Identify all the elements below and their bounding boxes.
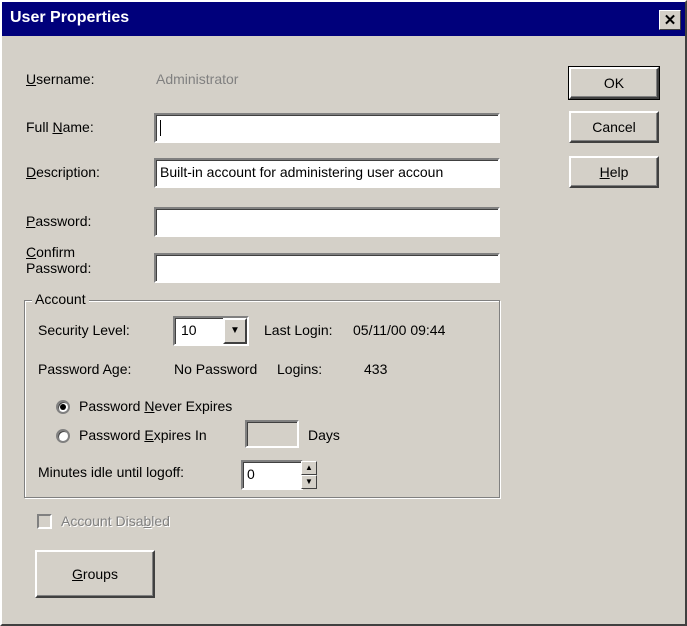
expires-in-radio[interactable] [56, 429, 70, 443]
account-disabled-checkbox[interactable] [37, 514, 52, 529]
password-age-value: No Password [174, 361, 258, 377]
ok-button[interactable]: OK [568, 66, 660, 100]
title-bar[interactable]: User Properties ✕ [2, 2, 685, 36]
security-level-label: Security Level: [38, 322, 130, 338]
account-disabled-label: Account Disabled [61, 513, 170, 529]
groups-button[interactable]: Groups [35, 550, 155, 598]
logins-label: Logins: [277, 361, 323, 377]
days-label: Days [308, 427, 340, 443]
confirm-password-label: Confirm Password: [26, 244, 92, 276]
confirm-password-input[interactable] [154, 253, 500, 283]
expires-in-label[interactable]: Password Expires In [79, 427, 207, 443]
never-expires-label[interactable]: Password Never Expires [79, 398, 232, 414]
idle-minutes-input[interactable]: 0 [241, 460, 303, 490]
full-name-label: Full Name: [26, 119, 94, 135]
user-properties-dialog: User Properties ✕ Username: Administrato… [0, 0, 687, 626]
triangle-up-icon: ▲ [305, 463, 313, 472]
last-login-value: 05/11/00 09:44 [353, 322, 446, 338]
logins-value: 433 [364, 361, 388, 377]
close-button[interactable]: ✕ [659, 10, 681, 30]
never-expires-radio[interactable] [56, 400, 70, 414]
last-login-label: Last Login: [264, 322, 333, 338]
password-input[interactable] [154, 207, 500, 237]
cancel-button[interactable]: Cancel [569, 111, 659, 143]
chevron-down-icon: ▼ [230, 325, 240, 336]
full-name-input[interactable] [154, 113, 500, 143]
security-level-dropdown-button[interactable]: ▼ [223, 318, 247, 344]
description-label: Description: [26, 164, 100, 180]
description-input[interactable]: Built-in account for administering user … [154, 158, 500, 188]
text-caret [160, 120, 161, 137]
close-icon: ✕ [663, 12, 677, 29]
account-group-title: Account [32, 291, 89, 307]
username-label: Username: [26, 71, 95, 87]
expires-days-input[interactable] [245, 420, 299, 448]
triangle-down-icon: ▼ [305, 477, 313, 486]
password-age-label: Password Age: [38, 361, 132, 377]
username-value: Administrator [156, 71, 239, 87]
radio-selected-dot [60, 404, 66, 410]
window-title: User Properties [10, 9, 130, 26]
spin-up-button[interactable]: ▲ [301, 461, 317, 475]
spin-down-button[interactable]: ▼ [301, 475, 317, 489]
help-button[interactable]: Help [569, 156, 659, 188]
password-label: Password: [26, 213, 92, 229]
idle-minutes-label: Minutes idle until logoff: [38, 464, 185, 480]
